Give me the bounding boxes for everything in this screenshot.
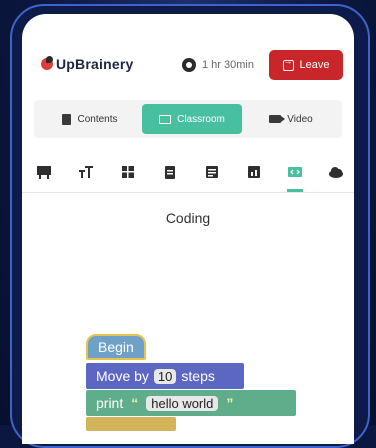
print-label: print bbox=[96, 395, 124, 411]
tab-classroom-label: Classroom bbox=[177, 113, 225, 125]
logo-text: UpBrainery bbox=[56, 56, 134, 72]
active-tool-indicator bbox=[287, 189, 303, 192]
logo-icon bbox=[41, 56, 53, 70]
tab-classroom[interactable]: Classroom bbox=[142, 104, 242, 134]
cloud-icon[interactable] bbox=[328, 164, 344, 180]
tab-video[interactable]: Video bbox=[246, 104, 336, 134]
leave-label: Leave bbox=[299, 59, 330, 71]
logo: UpBrainery bbox=[41, 56, 133, 72]
steps-input[interactable]: 10 bbox=[153, 368, 177, 384]
tab-contents-label: Contents bbox=[77, 113, 118, 125]
clipboard-icon[interactable] bbox=[162, 164, 178, 180]
timer-text: 1 hr 30min bbox=[202, 59, 254, 71]
board-icon[interactable] bbox=[36, 164, 52, 180]
begin-label: Begin bbox=[98, 339, 134, 355]
view-tabs: Contents Classroom Video bbox=[34, 100, 342, 138]
app-screen: UpBrainery 1 hr 30min Leave Contents Cla… bbox=[22, 14, 354, 444]
text-size-icon[interactable] bbox=[78, 164, 94, 180]
header: UpBrainery 1 hr 30min Leave bbox=[22, 14, 354, 102]
page-title: Coding bbox=[165, 210, 211, 226]
move-block[interactable]: Move by 10 steps bbox=[86, 363, 244, 389]
print-string-input[interactable]: hello world bbox=[146, 395, 219, 411]
leave-button[interactable]: Leave bbox=[269, 50, 343, 80]
chart-icon[interactable] bbox=[246, 164, 262, 180]
list-icon[interactable] bbox=[204, 164, 220, 180]
tab-contents[interactable]: Contents bbox=[42, 104, 138, 134]
next-block[interactable] bbox=[86, 417, 176, 431]
classroom-icon bbox=[159, 114, 172, 124]
exit-icon bbox=[282, 56, 294, 71]
video-camera-icon bbox=[269, 115, 286, 123]
close-quote: ” bbox=[226, 395, 234, 411]
tool-toolbar bbox=[22, 156, 354, 193]
move-suffix: steps bbox=[181, 368, 215, 384]
move-prefix: Move by bbox=[96, 368, 149, 384]
code-icon[interactable] bbox=[287, 164, 303, 180]
documents-icon bbox=[62, 113, 72, 125]
grid-icon[interactable] bbox=[120, 164, 136, 180]
alarm-clock-icon bbox=[182, 58, 196, 72]
session-timer: 1 hr 30min bbox=[182, 58, 254, 72]
open-quote: “ bbox=[131, 395, 139, 411]
print-block[interactable]: print “ hello world ” bbox=[86, 390, 296, 416]
tab-video-label: Video bbox=[287, 113, 313, 125]
begin-block[interactable]: Begin bbox=[86, 334, 146, 360]
